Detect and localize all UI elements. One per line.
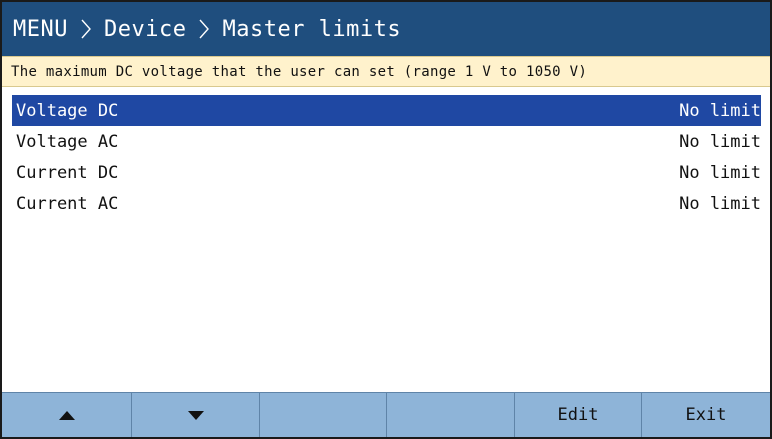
list-item-label: Current AC xyxy=(16,193,119,214)
breadcrumb-item-master-limits: Master limits xyxy=(222,16,402,42)
edit-button[interactable]: Edit xyxy=(515,393,642,437)
list-item-voltage-dc[interactable]: Voltage DC No limit xyxy=(12,95,761,126)
list-item-label: Current DC xyxy=(16,162,119,183)
chevron-right-icon xyxy=(198,17,210,41)
triangle-down-icon xyxy=(187,410,204,420)
chevron-right-icon xyxy=(80,17,92,41)
scroll-up-button[interactable] xyxy=(2,393,132,437)
breadcrumb-item-menu[interactable]: MENU xyxy=(13,17,68,42)
exit-button[interactable]: Exit xyxy=(642,393,770,437)
softkey-empty-4[interactable] xyxy=(387,393,515,437)
hint-text: The maximum DC voltage that the user can… xyxy=(2,56,770,87)
list-item-voltage-ac[interactable]: Voltage AC No limit xyxy=(12,126,761,157)
list-item-value: No limit xyxy=(679,100,761,121)
limits-list: Voltage DC No limit Voltage AC No limit … xyxy=(2,95,770,219)
list-item-label: Voltage DC xyxy=(16,100,119,121)
instrument-screen: MENU Device Master limits The maximum DC… xyxy=(0,0,772,439)
breadcrumb-item-device[interactable]: Device xyxy=(104,17,186,42)
softkey-bar: Edit Exit xyxy=(2,392,770,437)
breadcrumb: MENU Device Master limits xyxy=(2,2,770,56)
list-item-value: No limit xyxy=(679,131,761,152)
list-item-label: Voltage AC xyxy=(16,131,119,152)
softkey-empty-3[interactable] xyxy=(260,393,387,437)
triangle-up-icon xyxy=(58,410,75,420)
list-item-value: No limit xyxy=(679,193,761,214)
list-item-current-ac[interactable]: Current AC No limit xyxy=(12,188,761,219)
scroll-down-button[interactable] xyxy=(132,393,260,437)
list-item-current-dc[interactable]: Current DC No limit xyxy=(12,157,761,188)
list-item-value: No limit xyxy=(679,162,761,183)
